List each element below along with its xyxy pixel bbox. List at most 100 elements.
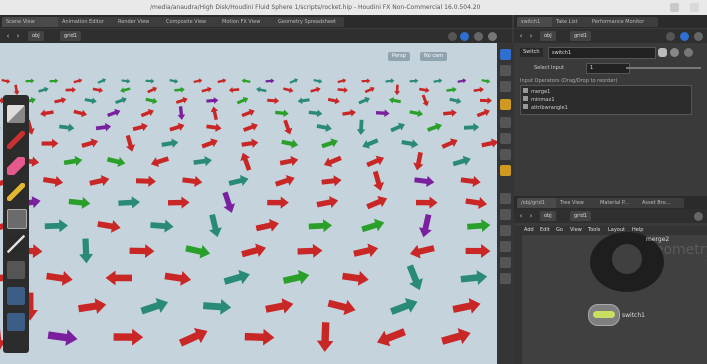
toolbar-eraser-icon[interactable] — [7, 157, 25, 175]
display-option-icon[interactable] — [500, 65, 511, 76]
display-option-icon[interactable] — [500, 209, 511, 220]
display-option-icon[interactable] — [500, 225, 511, 236]
tab-render-view[interactable]: Render View — [114, 17, 166, 27]
display-option-icon[interactable] — [500, 49, 511, 60]
vector-arrow — [366, 195, 388, 210]
vector-arrow — [479, 97, 492, 105]
toolbar-select-icon[interactable] — [7, 209, 27, 229]
tab-tree-view[interactable]: Tree View — [556, 198, 600, 208]
info-icon[interactable] — [684, 48, 693, 57]
display-option-icon[interactable] — [500, 99, 511, 110]
list-item[interactable]: minmax1 — [523, 96, 687, 103]
vector-arrow — [228, 87, 240, 93]
toolbar-line-icon[interactable] — [7, 235, 25, 253]
vector-arrow — [265, 78, 275, 84]
minimize-button[interactable] — [670, 3, 679, 12]
vector-arrow — [42, 175, 64, 188]
tab-scene-view[interactable]: Scene View — [2, 17, 62, 27]
viewport-arrows — [0, 78, 497, 352]
display-option-icon[interactable] — [500, 193, 511, 204]
display-option-icon[interactable] — [500, 273, 511, 284]
toolbar-pencil-icon[interactable] — [7, 183, 25, 201]
forward-icon[interactable]: › — [527, 32, 535, 40]
vector-arrow — [342, 109, 356, 117]
list-item[interactable]: merge1 — [523, 88, 687, 95]
vector-arrow — [129, 244, 155, 259]
back-icon[interactable]: ‹ — [4, 32, 12, 40]
vector-arrow — [274, 174, 295, 187]
toolbar-brush-icon[interactable] — [7, 131, 25, 149]
tab-switch1[interactable]: switch1 — [517, 17, 557, 27]
settings-icon[interactable] — [474, 32, 483, 41]
vector-arrow — [54, 96, 67, 104]
input-name: attribwrangle1 — [531, 105, 568, 111]
tab-network[interactable]: /obj/grid1 — [517, 198, 559, 208]
switch-node[interactable] — [588, 304, 620, 326]
select-input-slider[interactable] — [626, 67, 701, 69]
vector-arrow — [241, 78, 251, 84]
help-icon[interactable] — [694, 32, 703, 41]
display-option-icon[interactable] — [500, 117, 511, 128]
pin-icon[interactable] — [666, 32, 675, 41]
menu-tools[interactable]: Tools — [588, 227, 600, 233]
display-option-icon[interactable] — [500, 241, 511, 252]
camera-menu[interactable]: No cam — [420, 52, 448, 61]
display-option-icon[interactable] — [500, 81, 511, 92]
path-level-grid1[interactable]: grid1 — [60, 31, 81, 41]
toolbar-handle-icon[interactable] — [7, 261, 25, 279]
help-icon[interactable] — [670, 48, 679, 57]
persp-menu[interactable]: Persp — [388, 52, 410, 61]
vector-arrow — [433, 78, 443, 84]
node-name-field[interactable]: switch1 — [548, 47, 656, 59]
toolbar-display-icon[interactable] — [7, 313, 25, 331]
tab-performance-monitor[interactable]: Performance Monitor — [588, 17, 658, 27]
menu-go[interactable]: Go — [556, 227, 563, 233]
toolbar-snap-icon[interactable] — [7, 287, 25, 305]
tab-composite-view[interactable]: Composite View — [162, 17, 222, 27]
tab-material-palette[interactable]: Material P... — [596, 198, 642, 208]
forward-icon[interactable]: › — [527, 212, 535, 220]
path-level-obj[interactable]: obj — [28, 31, 44, 41]
vector-arrow — [49, 78, 59, 84]
help-icon[interactable] — [488, 32, 497, 41]
display-option-icon[interactable] — [500, 257, 511, 268]
display-option-icon[interactable] — [500, 133, 511, 144]
list-item[interactable]: attribwrangle1 — [523, 104, 687, 111]
tab-geometry-spreadsheet[interactable]: Geometry Spreadsheet — [274, 17, 344, 27]
select-input-field[interactable]: 1 — [586, 63, 630, 74]
pin-icon[interactable] — [448, 32, 457, 41]
close-button[interactable] — [690, 3, 699, 12]
network-editor[interactable]: Add Edit Go View Tools Layout Help Geome… — [514, 226, 707, 364]
vector-arrow — [185, 244, 211, 259]
network-tab-bar: /obj/grid1 Tree View Material P... Asset… — [514, 196, 707, 209]
vector-arrow — [327, 299, 356, 316]
vector-arrow — [481, 138, 497, 148]
vector-arrow — [59, 123, 75, 132]
tab-asset-browser[interactable]: Asset Bro... — [638, 198, 684, 208]
vector-arrow — [150, 156, 170, 168]
display-option-icon[interactable] — [500, 149, 511, 160]
path-level-grid1[interactable]: grid1 — [570, 31, 591, 41]
link-icon[interactable] — [460, 32, 469, 41]
scene-viewport[interactable]: Persp No cam — [0, 43, 497, 364]
path-level-obj[interactable]: obj — [540, 31, 556, 41]
gear-icon[interactable] — [658, 48, 667, 57]
help-icon[interactable] — [694, 212, 703, 221]
forward-icon[interactable]: › — [14, 32, 22, 40]
node-type-badge: Switch — [520, 48, 543, 57]
menu-edit[interactable]: Edit — [540, 227, 550, 233]
tab-motion-fx-view[interactable]: Motion FX View — [218, 17, 278, 27]
link-icon[interactable] — [680, 32, 689, 41]
back-icon[interactable]: ‹ — [517, 32, 525, 40]
back-icon[interactable]: ‹ — [517, 212, 525, 220]
display-option-icon[interactable] — [500, 165, 511, 176]
menu-add[interactable]: Add — [524, 227, 534, 233]
path-level-obj[interactable]: obj — [540, 211, 556, 221]
toolbar-view-icon[interactable] — [7, 105, 25, 123]
menu-view[interactable]: View — [570, 227, 582, 233]
vector-arrow — [44, 219, 68, 233]
vector-arrow — [178, 327, 208, 347]
tab-take-list[interactable]: Take List — [552, 17, 592, 27]
path-level-grid1[interactable]: grid1 — [570, 211, 591, 221]
tab-animation-editor[interactable]: Animation Editor — [58, 17, 118, 27]
